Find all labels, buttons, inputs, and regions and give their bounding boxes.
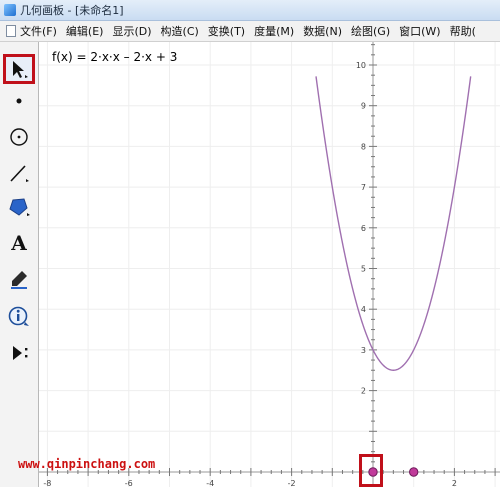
menu-help[interactable]: 帮助( bbox=[450, 23, 476, 39]
custom-tool[interactable] bbox=[3, 338, 35, 368]
compass-tool[interactable] bbox=[3, 122, 35, 152]
menu-file[interactable]: 文件(F) bbox=[20, 23, 57, 39]
menu-window[interactable]: 窗口(W) bbox=[399, 23, 440, 39]
y-tick-label: 4 bbox=[361, 305, 366, 314]
text-icon: A bbox=[11, 231, 27, 255]
y-tick-label: 5 bbox=[361, 265, 366, 274]
watermark-text: www.qinpinchang.com bbox=[18, 457, 156, 471]
point-tool[interactable] bbox=[3, 86, 35, 116]
menu-construct[interactable]: 构造(C) bbox=[161, 23, 199, 39]
function-label[interactable]: f(x) = 2·x·x – 2·x + 3 bbox=[52, 50, 177, 64]
line-icon bbox=[10, 165, 29, 182]
menu-bar: 文件(F) 编辑(E) 显示(D) 构造(C) 变换(T) 度量(M) 数据(N… bbox=[0, 21, 500, 42]
menu-transform[interactable]: 变换(T) bbox=[208, 23, 245, 39]
sketch-canvas[interactable]: -8 -6 -4 -2 2 2 3 4 5 6 7 8 9 10 bbox=[39, 42, 500, 487]
y-tick-label: 6 bbox=[361, 224, 366, 233]
x-tick-label: 2 bbox=[452, 479, 457, 487]
x-tick-label: -4 bbox=[206, 479, 214, 487]
marker-pen-icon bbox=[11, 271, 27, 289]
highlight-box bbox=[359, 454, 383, 487]
arrow-tool[interactable] bbox=[3, 54, 35, 84]
y-tick-label: 3 bbox=[361, 346, 366, 355]
circle-icon bbox=[10, 128, 28, 146]
menu-display[interactable]: 显示(D) bbox=[112, 23, 151, 39]
polygon-icon bbox=[9, 198, 30, 216]
menu-measure[interactable]: 度量(M) bbox=[254, 23, 294, 39]
y-tick-label: 2 bbox=[361, 387, 366, 396]
point-icon bbox=[16, 98, 22, 104]
app-icon bbox=[4, 4, 16, 16]
x-tick-label: -2 bbox=[288, 479, 296, 487]
tool-palette: A bbox=[0, 42, 39, 487]
info-tool[interactable] bbox=[3, 302, 35, 332]
info-icon bbox=[8, 306, 29, 326]
document-icon[interactable] bbox=[6, 25, 16, 37]
axis-point[interactable] bbox=[409, 467, 419, 477]
menu-graph[interactable]: 绘图(G) bbox=[351, 23, 390, 39]
custom-tool-icon bbox=[13, 346, 28, 360]
x-tick-label: -8 bbox=[43, 479, 51, 487]
function-curve[interactable] bbox=[315, 76, 472, 371]
marker-tool[interactable] bbox=[3, 264, 35, 294]
arrow-select-icon bbox=[13, 61, 28, 78]
menu-edit[interactable]: 编辑(E) bbox=[66, 23, 104, 39]
y-tick-label: 10 bbox=[356, 61, 366, 70]
y-axis-ticks: 2 3 4 5 6 7 8 9 10 bbox=[356, 44, 377, 473]
grid-lines bbox=[39, 42, 500, 487]
menu-number[interactable]: 数据(N) bbox=[303, 23, 342, 39]
window-title: 几何画板 - [未命名1] bbox=[20, 4, 124, 17]
y-tick-label: 9 bbox=[361, 102, 366, 111]
title-bar: 几何画板 - [未命名1] bbox=[0, 0, 500, 21]
y-tick-label: 8 bbox=[361, 142, 366, 151]
text-tool[interactable]: A bbox=[3, 228, 35, 258]
y-tick-label: 7 bbox=[361, 183, 366, 192]
straightedge-tool[interactable] bbox=[3, 158, 35, 188]
polygon-tool[interactable] bbox=[3, 192, 35, 222]
x-tick-label: -6 bbox=[125, 479, 133, 487]
